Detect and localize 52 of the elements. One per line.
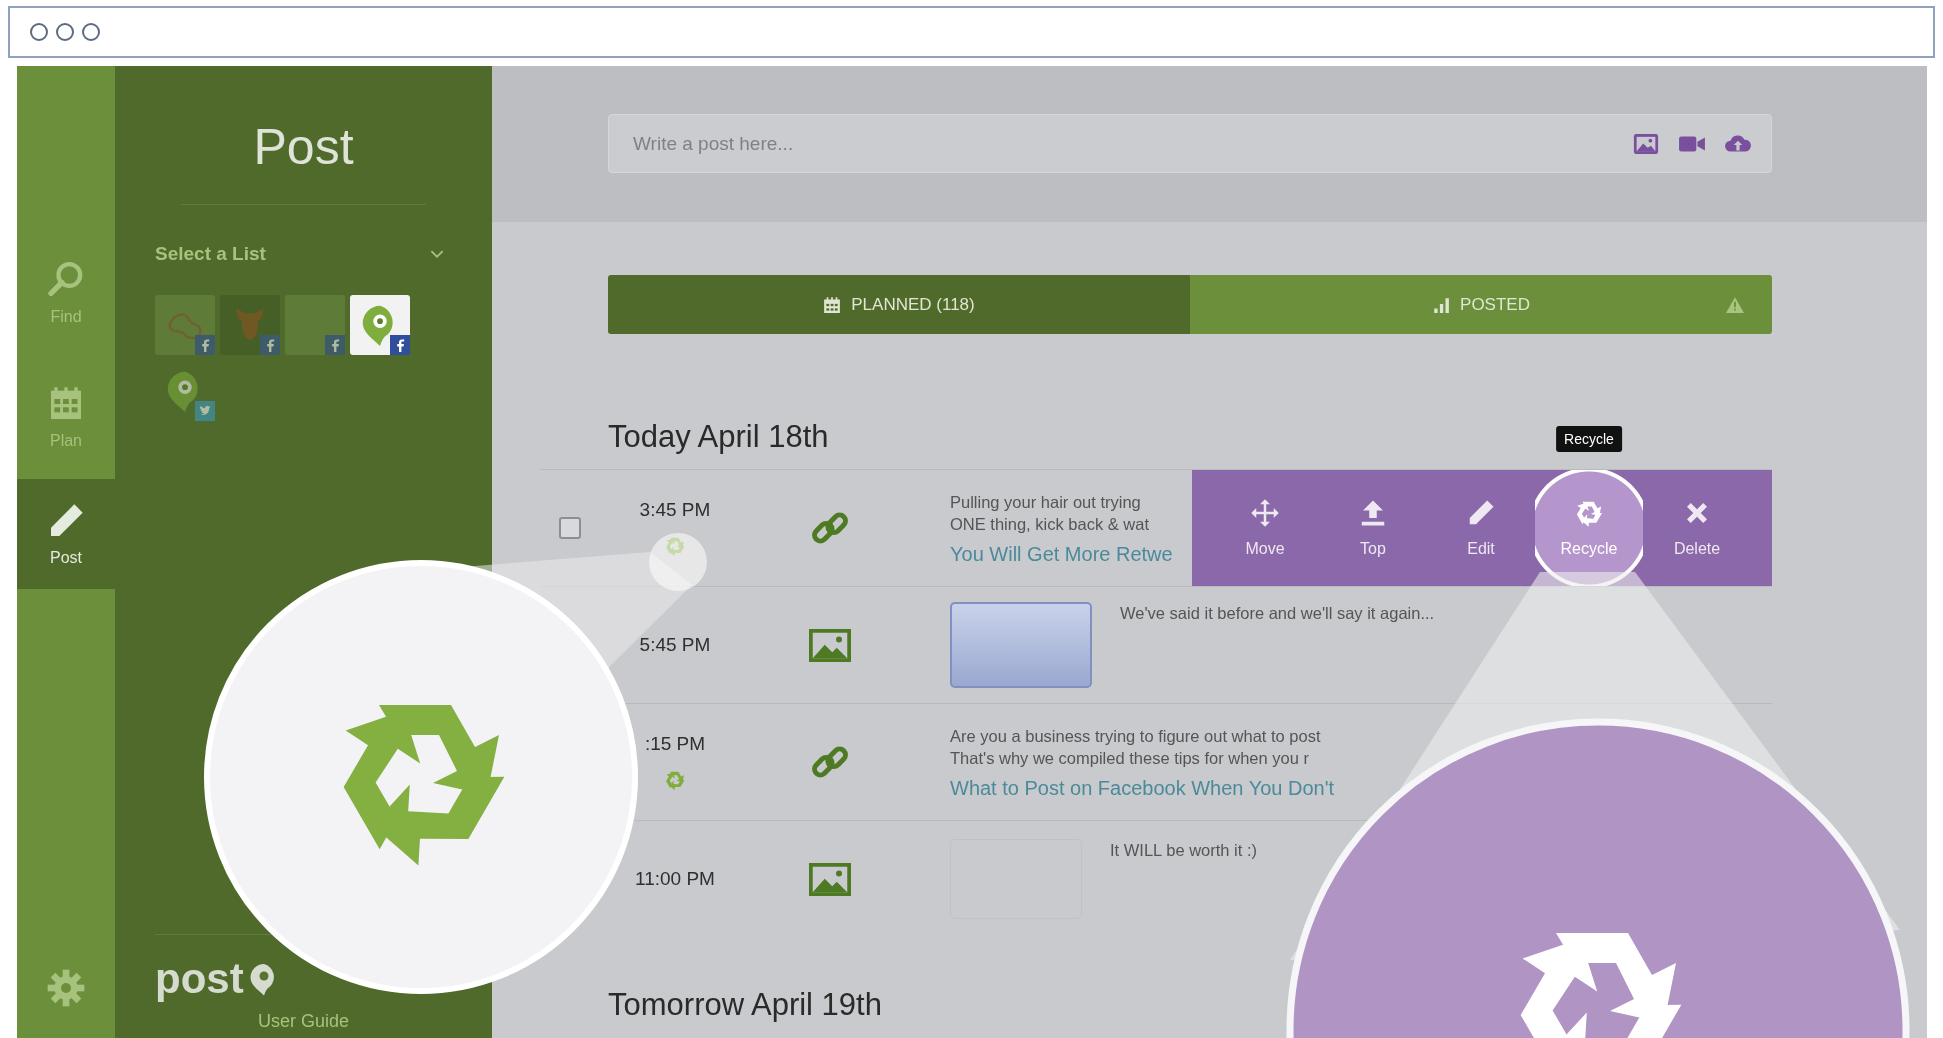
action-button[interactable]: Top [1319, 470, 1427, 586]
image-icon [809, 862, 851, 896]
post-text: We've said it before and we'll say it again... [1120, 603, 1435, 624]
action-button[interactable]: Delete [1643, 470, 1751, 586]
bar-chart-icon [1432, 295, 1451, 314]
post-time: 11:00 PM [635, 868, 715, 890]
recycle-icon [1520, 933, 1682, 1038]
post-text: Are you a business trying to figure out what to post [950, 725, 1321, 747]
action-button[interactable]: Recycle [1535, 470, 1643, 586]
account-avatar[interactable] [350, 295, 410, 355]
chevron-down-icon [430, 249, 444, 259]
link-title[interactable]: What to Post on Facebook When You Don't [950, 776, 1335, 800]
list-select-dropdown[interactable]: Select a List [155, 243, 452, 265]
post-text: Pulling your hair out trying [950, 491, 1141, 513]
window-control-icon[interactable] [30, 23, 48, 41]
window-control-icon[interactable] [56, 23, 74, 41]
image-thumbnail[interactable] [950, 602, 1092, 688]
day-heading: Tomorrow April 19th [608, 987, 882, 1023]
post-text: That's why we compiled these tips for when you r [950, 747, 1309, 769]
post-time: 3:45 PM [639, 499, 711, 521]
sidebar-title: Post [252, 118, 355, 176]
facebook-badge-icon [260, 335, 280, 355]
day-heading: Today April 18th [608, 419, 829, 455]
brand-logo: post [155, 955, 282, 1003]
recycle-icon [343, 705, 505, 866]
facebook-badge-icon [390, 335, 410, 355]
zoom-highlight [649, 533, 707, 591]
image-icon [809, 628, 851, 662]
user-guide-link[interactable]: User Guide [257, 1011, 349, 1032]
rail-item[interactable]: Plan [17, 355, 115, 479]
settings-icon[interactable] [46, 968, 86, 1008]
post-text: ONE thing, kick back & wat [950, 513, 1149, 535]
post-time: 5:45 PM [639, 634, 711, 656]
post-input-field[interactable]: Write a post here... [608, 114, 1772, 173]
action-button[interactable]: Edit [1427, 470, 1535, 586]
link-title[interactable]: You Will Get More Retwe [950, 542, 1173, 566]
rail-item[interactable]: Find [17, 231, 115, 355]
tooltip: Recycle [1556, 426, 1622, 452]
cloud-upload-icon[interactable] [1724, 132, 1752, 155]
post-time: :15 PM [644, 733, 706, 755]
tab[interactable]: PLANNED (118) [608, 275, 1190, 334]
action-button[interactable]: Move [1211, 470, 1319, 586]
facebook-badge-icon [195, 335, 215, 355]
post-text: It WILL be worth it :) [1110, 840, 1258, 861]
window-control-icon[interactable] [82, 23, 100, 41]
facebook-badge-icon [325, 335, 345, 355]
checkbox[interactable] [559, 517, 581, 539]
move-arrows-icon [1250, 498, 1280, 528]
bird-badge-icon [195, 401, 215, 421]
tab[interactable]: POSTED [1190, 275, 1772, 334]
calendar-icon [823, 295, 842, 314]
rail-item[interactable]: Post [17, 479, 115, 589]
